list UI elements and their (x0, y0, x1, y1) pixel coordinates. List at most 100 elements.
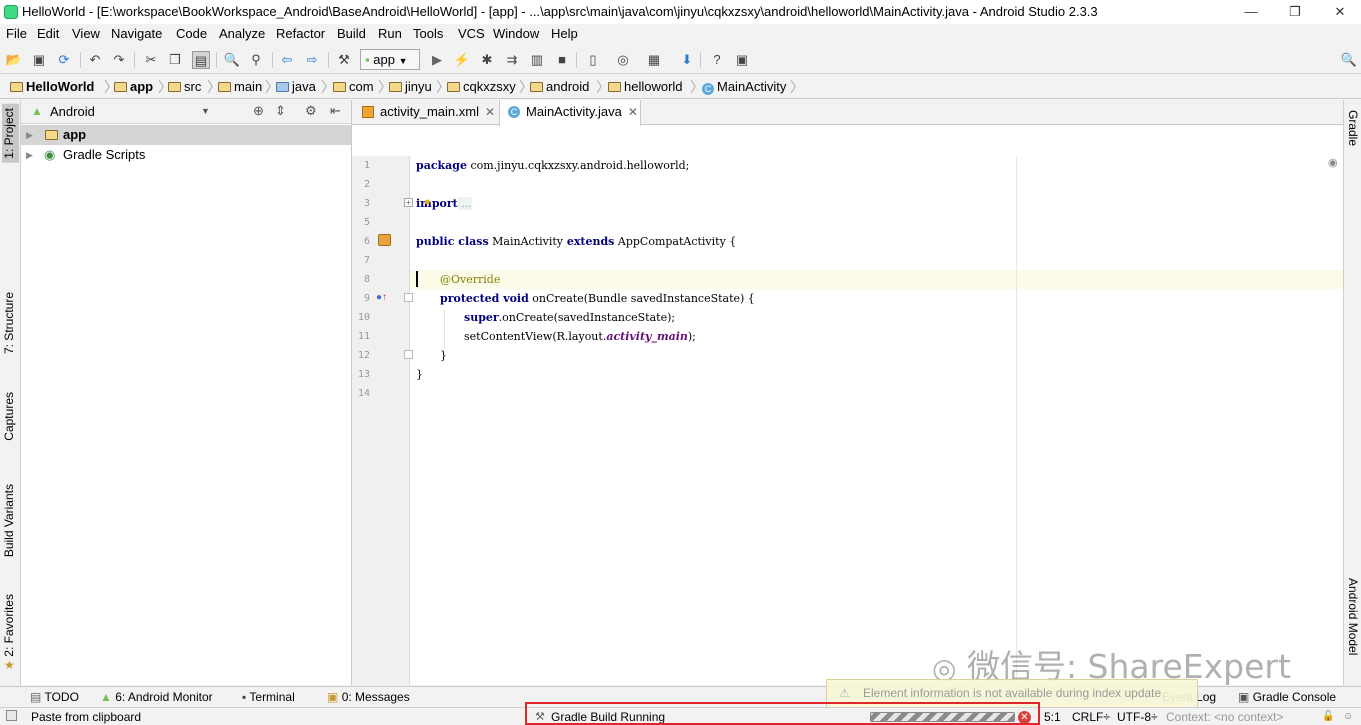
hide-panel-icon[interactable]: ⇤ (330, 103, 341, 119)
undo-icon[interactable]: ↶ (86, 51, 104, 69)
folded-region[interactable]: ... (457, 197, 472, 210)
breadcrumb-com[interactable]: com (333, 79, 374, 94)
code-text: com.jinyu.cqkxzsxy.android.helloworld; (466, 159, 690, 172)
tool-tab-captures[interactable]: Captures (2, 392, 16, 441)
menu-code[interactable]: Code (176, 26, 207, 41)
code-line: } (440, 349, 447, 362)
menu-file[interactable]: File (6, 26, 27, 41)
minimize-button[interactable]: — (1236, 2, 1266, 22)
tool-tab-build-variants[interactable]: Build Variants (2, 484, 16, 557)
menu-navigate[interactable]: Navigate (111, 26, 162, 41)
tool-tab-favorites[interactable]: 2: Favorites (2, 594, 16, 657)
menu-edit[interactable]: Edit (37, 26, 59, 41)
save-icon[interactable]: ▣ (30, 51, 48, 69)
sync-icon[interactable]: ⟳ (55, 51, 73, 69)
stop-icon[interactable]: ■ (553, 51, 571, 69)
tool-tab-terminal[interactable]: ▪ Terminal (242, 690, 295, 704)
menu-help[interactable]: Help (551, 26, 578, 41)
run-config-select[interactable]: ▪ app ▼ (360, 49, 420, 70)
close-icon[interactable]: ✕ (485, 105, 495, 119)
breadcrumb-mainactivity[interactable]: C MainActivity (702, 79, 786, 95)
close-icon[interactable]: ✕ (628, 105, 638, 119)
chevron-down-icon[interactable]: ▼ (201, 106, 210, 116)
breadcrumb-main[interactable]: main (218, 79, 262, 94)
tool-tab-messages[interactable]: ▣ 0: Messages (327, 690, 410, 704)
menu-tools[interactable]: Tools (413, 26, 443, 41)
breadcrumb-helloworld[interactable]: helloworld (608, 79, 683, 94)
restore-button[interactable]: ❐ (1280, 2, 1310, 22)
lightbulb-icon[interactable]: ● (424, 196, 431, 208)
breadcrumb-java[interactable]: java (276, 79, 316, 94)
project-structure-icon[interactable]: ▦ (645, 51, 663, 69)
code-keyword: class (454, 235, 489, 248)
menu-window[interactable]: Window (493, 26, 539, 41)
tool-tab-android-monitor[interactable]: ▲ 6: Android Monitor (100, 690, 213, 704)
file-encoding[interactable]: UTF-8÷ (1117, 710, 1158, 724)
override-gutter-icon[interactable]: ●↑ (376, 292, 387, 303)
breadcrumb-project[interactable]: HelloWorld (10, 79, 94, 94)
tab-activity-main-xml[interactable]: activity_main.xml ✕ (354, 100, 497, 125)
collapse-all-icon[interactable]: ⇕ (275, 103, 286, 119)
menu-view[interactable]: View (72, 26, 100, 41)
breadcrumb-src[interactable]: src (168, 79, 201, 94)
code-editor[interactable]: package com.jinyu.cqkxzsxy.android.hello… (410, 156, 1343, 685)
find-icon[interactable]: 🔍 (223, 51, 241, 69)
sync-gradle-icon[interactable]: ◎ (614, 51, 632, 69)
debug-icon[interactable]: ✱ (478, 51, 496, 69)
menu-analyze[interactable]: Analyze (219, 26, 265, 41)
tree-item-app[interactable]: ▶ app (21, 125, 351, 145)
device-monitor-icon[interactable]: ▣ (733, 51, 751, 69)
tool-tab-project[interactable]: 1: Project (2, 104, 19, 163)
activity-gutter-icon[interactable] (378, 234, 391, 246)
project-view-select[interactable]: Android (50, 104, 95, 119)
search-everywhere-icon[interactable]: 🔍 (1340, 51, 1358, 69)
menu-vcs[interactable]: VCS (458, 26, 485, 41)
forward-icon[interactable]: ⇨ (303, 51, 321, 69)
breadcrumb-app[interactable]: app (114, 79, 153, 94)
tool-tab-structure[interactable]: 7: Structure (2, 292, 16, 354)
tab-label: MainActivity.java (526, 104, 622, 119)
profile-icon[interactable]: ▥ (528, 51, 546, 69)
avd-manager-icon[interactable]: ▯ (584, 51, 602, 69)
help-icon[interactable]: ? (708, 51, 726, 69)
scroll-from-source-icon[interactable]: ⊕ (253, 103, 264, 119)
lock-icon[interactable]: 🔓 (1322, 711, 1334, 722)
toolbar-separator (216, 52, 217, 68)
tree-item-gradle-scripts[interactable]: ▶ ◉ Gradle Scripts (21, 145, 351, 165)
make-icon[interactable]: ⚒ (335, 51, 353, 69)
open-icon[interactable]: 📂 (5, 51, 23, 69)
caret-position[interactable]: 5:1 (1044, 710, 1061, 724)
inspection-icon[interactable]: ☺ (1343, 711, 1353, 722)
sdk-manager-icon[interactable]: ⬇ (678, 51, 696, 69)
tool-tab-gradle[interactable]: Gradle (1346, 110, 1360, 146)
tab-mainactivity-java[interactable]: C MainActivity.java ✕ (499, 100, 641, 126)
status-toggle-icon[interactable] (6, 710, 17, 721)
redo-icon[interactable]: ↷ (110, 51, 128, 69)
close-button[interactable]: ✕ (1325, 2, 1355, 22)
eye-icon[interactable]: ◉ (1328, 156, 1338, 169)
apply-changes-icon[interactable]: ⚡ (453, 51, 471, 69)
toolbar-separator (80, 52, 81, 68)
breadcrumb-cqkxzsxy[interactable]: cqkxzsxy (447, 79, 516, 94)
code-keyword: public (416, 235, 455, 248)
tab-label: Gradle Console (1252, 690, 1337, 704)
paste-icon[interactable]: ▤ (192, 51, 210, 69)
menu-refactor[interactable]: Refactor (276, 26, 325, 41)
expand-arrow-icon[interactable]: ▶ (26, 125, 33, 145)
back-icon[interactable]: ⇦ (278, 51, 296, 69)
tool-tab-gradle-console[interactable]: ▣ Gradle Console (1238, 690, 1336, 704)
line-separator[interactable]: CRLF÷ (1072, 710, 1110, 724)
menu-build[interactable]: Build (337, 26, 366, 41)
attach-icon[interactable]: ⇉ (503, 51, 521, 69)
copy-icon[interactable]: ❐ (166, 51, 184, 69)
menu-run[interactable]: Run (378, 26, 402, 41)
run-icon[interactable]: ▶ (428, 51, 446, 69)
gear-icon[interactable]: ⚙ (305, 103, 317, 119)
cut-icon[interactable]: ✂ (142, 51, 160, 69)
breadcrumb-android[interactable]: android (530, 79, 589, 94)
replace-icon[interactable]: ⚲ (247, 51, 265, 69)
tool-tab-todo[interactable]: ▤ TODO (30, 690, 79, 704)
expand-arrow-icon[interactable]: ▶ (26, 145, 33, 165)
breadcrumb-jinyu[interactable]: jinyu (389, 79, 432, 94)
tool-tab-android-model[interactable]: Android Model (1346, 578, 1360, 655)
